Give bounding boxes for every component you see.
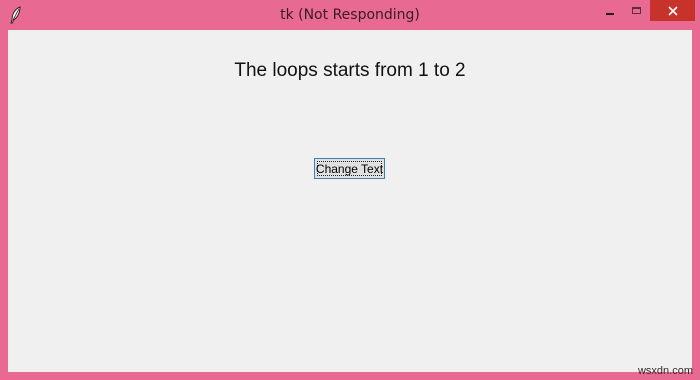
app-window: tk (Not Responding) The loops starts fro…	[0, 0, 700, 380]
change-text-button-label: Change Text	[316, 162, 383, 176]
loop-status-label: The loops starts from 1 to 2	[8, 60, 692, 82]
watermark: wsxdn.com	[638, 365, 693, 377]
title-bar[interactable]: tk (Not Responding)	[0, 0, 700, 30]
change-text-button[interactable]: Change Text	[314, 158, 385, 179]
maximize-icon	[632, 7, 641, 14]
window-client-area: The loops starts from 1 to 2 Change Text	[8, 30, 692, 372]
close-button[interactable]	[650, 0, 695, 21]
minimize-icon	[606, 13, 614, 15]
minimize-button[interactable]	[597, 0, 623, 21]
window-title: tk (Not Responding)	[0, 0, 700, 30]
maximize-button[interactable]	[623, 0, 649, 21]
close-icon	[668, 6, 678, 16]
